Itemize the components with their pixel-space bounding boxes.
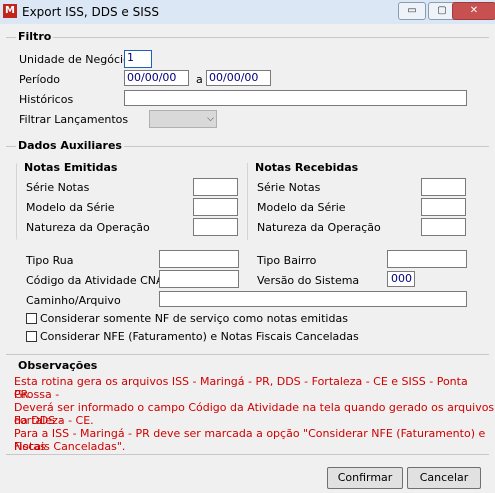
recebidas-modelo-label: Modelo da Série: [257, 201, 346, 214]
close-icon[interactable]: ✕: [452, 2, 495, 20]
recebidas-natureza-label: Natureza da Operação: [257, 221, 381, 234]
obs-line-6: Fiscais Canceladas".: [14, 440, 126, 453]
emitidas-serie-label: Série Notas: [26, 181, 90, 194]
recebidas-modelo-input[interactable]: [421, 198, 466, 216]
recebidas-serie-label: Série Notas: [257, 181, 321, 194]
chk-nfe-canceladas-label[interactable]: Considerar NFE (Faturamento) e Notas Fis…: [40, 330, 359, 343]
chevron-down-icon: ⌵: [207, 114, 214, 124]
app-icon: M: [3, 4, 17, 18]
recebidas-title: Notas Recebidas: [255, 161, 359, 174]
historicos-input[interactable]: [124, 90, 467, 106]
recebidas-natureza-input[interactable]: [421, 218, 466, 236]
caminho-label: Caminho/Arquivo: [26, 294, 121, 307]
cnae-label: Código da Atividade CNAE: [26, 274, 171, 287]
cancel-button[interactable]: Cancelar: [407, 467, 481, 489]
filtro-title: Filtro: [16, 30, 54, 43]
tipo-rua-label: Tipo Rua: [26, 254, 74, 267]
filtro-divider: [6, 37, 489, 38]
tipo-rua-input[interactable]: [159, 250, 239, 268]
unidade-label: Unidade de Negócio: [19, 53, 130, 66]
minimize-icon[interactable]: ▭: [398, 2, 426, 20]
emitidas-serie-input[interactable]: [193, 178, 238, 196]
filtrar-select[interactable]: ⌵: [149, 110, 217, 128]
caminho-input[interactable]: [159, 291, 467, 307]
unidade-input[interactable]: 1: [124, 50, 152, 68]
tipo-bairro-label: Tipo Bairro: [257, 254, 317, 267]
periodo-label: Período: [19, 73, 61, 86]
periodo-from-input[interactable]: 00/00/00: [124, 70, 189, 86]
obs-line-2: PR.: [14, 388, 32, 401]
obs-line-1: Esta rotina gera os arquivos ISS - Marin…: [14, 375, 468, 401]
historicos-label: Históricos: [19, 93, 74, 106]
emitidas-natureza-label: Natureza da Operação: [26, 221, 150, 234]
emitidas-modelo-label: Modelo da Série: [26, 201, 115, 214]
obs-title: Observações: [16, 359, 100, 372]
emitidas-modelo-input[interactable]: [193, 198, 238, 216]
periodo-sep-label: a: [196, 73, 203, 86]
chk-nf-servico[interactable]: [26, 313, 37, 324]
dados-title: Dados Auxiliares: [16, 139, 124, 152]
cnae-input[interactable]: [159, 270, 239, 288]
filtrar-label: Filtrar Lançamentos: [19, 113, 129, 126]
emitidas-natureza-input[interactable]: [193, 218, 238, 236]
confirm-button[interactable]: Confirmar: [327, 467, 403, 489]
window-title: Export ISS, DDS e SISS: [22, 5, 159, 19]
chk-nfe-canceladas[interactable]: [26, 331, 37, 342]
obs-line-4: Fortaleza - CE.: [14, 414, 94, 427]
tipo-bairro-input[interactable]: [387, 250, 467, 268]
recebidas-serie-input[interactable]: [421, 178, 466, 196]
obs-divider: [6, 354, 489, 355]
versao-label: Versão do Sistema: [257, 274, 360, 287]
notas-separator: [247, 163, 248, 240]
periodo-to-input[interactable]: 00/00/00: [206, 70, 271, 86]
obs-bottom-divider: [6, 454, 489, 455]
emitidas-title: Notas Emitidas: [24, 161, 118, 174]
versao-input[interactable]: 000: [387, 271, 415, 287]
chk-nf-servico-label[interactable]: Considerar somente NF de serviço como no…: [40, 312, 348, 325]
